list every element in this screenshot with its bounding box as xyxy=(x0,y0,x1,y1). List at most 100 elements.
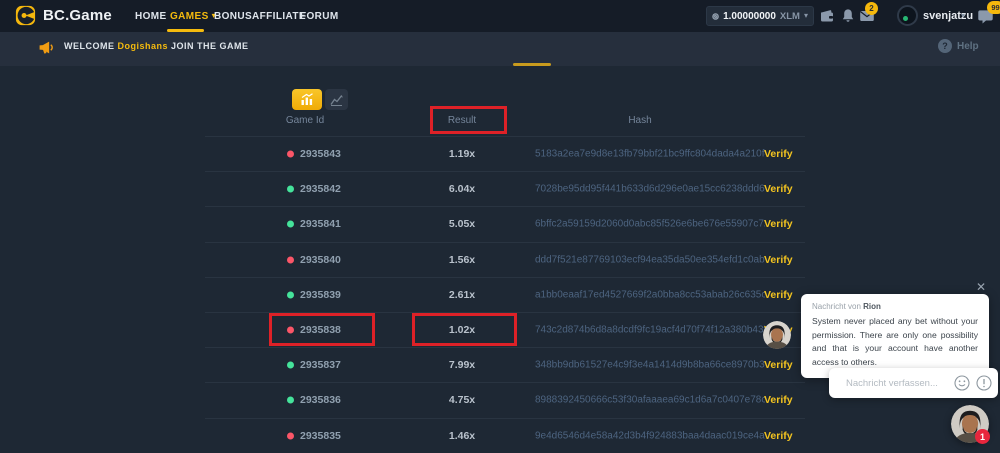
hash-value: 9e4d6546d4e58a42d3b4f924883baa4daac019ce… xyxy=(535,431,765,442)
welcome-banner: WELCOME Dogishans JOIN THE GAME ? Help xyxy=(0,32,1000,66)
nav-games[interactable]: GAMES ▾ xyxy=(170,0,216,32)
verify-link[interactable]: Verify xyxy=(764,148,793,160)
help-button[interactable]: ? Help xyxy=(938,39,979,53)
nav-games-label: GAMES xyxy=(170,11,209,22)
result-value: 1.02x xyxy=(397,324,527,336)
bar-chart-icon xyxy=(300,93,314,106)
welcome-message: WELCOME Dogishans JOIN THE GAME xyxy=(64,41,249,51)
game-id: 2935835 xyxy=(300,430,341,442)
nav-affiliate[interactable]: AFFILIATE xyxy=(252,0,306,32)
status-dot xyxy=(287,186,294,193)
person-avatar-image xyxy=(763,321,791,349)
table-row: 2935835 1.46x 9e4d6546d4e58a42d3b4f92488… xyxy=(205,419,805,453)
logo-text: BC.Game xyxy=(43,7,112,24)
status-dot xyxy=(287,221,294,228)
welcome-word: WELCOME xyxy=(64,41,115,51)
table-row: 2935836 4.75x 8988392450666c53f30afaaaea… xyxy=(205,383,805,418)
table-row: 2935840 1.56x ddd7f521e87769103ecf94ea35… xyxy=(205,243,805,278)
hash-value: 348bb9db61527e4c9f3e4a1414d9b8ba66ce8970… xyxy=(535,360,765,371)
bc-game-page: BC.Game HOME GAMES ▾ BONUS AFFILIATE FOR… xyxy=(0,0,1000,453)
user-avatar[interactable] xyxy=(897,5,918,26)
chat-sender-avatar xyxy=(763,321,791,349)
avatar-status-dot xyxy=(903,16,908,21)
status-dot xyxy=(287,433,294,440)
hash-value: 5183a2ea7e9d8e13fb79bbf21bc9ffc804dada4a… xyxy=(535,149,765,160)
table-row: 2935841 5.05x 6bffc2a59159d2060d0abc85f5… xyxy=(205,207,805,242)
result-value: 1.46x xyxy=(397,430,527,442)
chevron-down-icon: ▾ xyxy=(804,12,808,20)
question-mark-icon: ? xyxy=(938,39,952,53)
hash-value: 8988392450666c53f30afaaaea69c1d6a7c0407e… xyxy=(535,395,765,406)
chat-message-input[interactable] xyxy=(829,378,954,389)
table-row: 2935838 1.02x 743c2d874b6d8a8dcdf9fc19ac… xyxy=(205,313,805,348)
game-id: 2935841 xyxy=(300,218,341,230)
result-value: 4.75x xyxy=(397,394,527,406)
game-id: 2935842 xyxy=(300,183,341,195)
chat-badge: 99 xyxy=(987,1,1000,14)
result-value: 7.99x xyxy=(397,359,527,371)
chat-message-text: System never placed any bet without your… xyxy=(812,315,978,369)
hash-value: 6bffc2a59159d2060d0abc85f526e6be676e5590… xyxy=(535,219,765,230)
table-row: 2935843 1.19x 5183a2ea7e9d8e13fb79bbf21b… xyxy=(205,137,805,172)
balance-amount: 1.00000000 xyxy=(723,11,776,22)
chat-from-name: Rion xyxy=(863,302,881,311)
verify-link[interactable]: Verify xyxy=(764,359,793,371)
chat-composer xyxy=(829,368,998,398)
hash-value: ddd7f521e87769103ecf94ea35da50ee354efd1c… xyxy=(535,254,765,265)
status-dot xyxy=(287,362,294,369)
megaphone-icon xyxy=(38,39,55,56)
join-the-game-text: JOIN THE GAME xyxy=(171,41,249,51)
result-value: 5.05x xyxy=(397,218,527,230)
nav-forum[interactable]: FORUM xyxy=(300,0,339,32)
wallet-icon[interactable] xyxy=(819,8,835,24)
help-label: Help xyxy=(957,41,979,52)
bc-game-logo[interactable]: BC.Game xyxy=(14,4,112,27)
result-value: 6.04x xyxy=(397,183,527,195)
verify-link[interactable]: Verify xyxy=(764,394,793,406)
table-row: 2935839 2.61x a1bb0eaaf17ed4527669f2a0bb… xyxy=(205,278,805,313)
welcome-username: Dogishans xyxy=(118,41,169,51)
game-id: 2935836 xyxy=(300,394,341,406)
nav-bonus[interactable]: BONUS xyxy=(214,0,252,32)
trend-chart-icon xyxy=(330,94,343,106)
verify-link[interactable]: Verify xyxy=(764,254,793,266)
chat-from-line: Nachricht von Rion xyxy=(812,302,978,311)
game-id: 2935843 xyxy=(300,148,341,160)
top-bar: BC.Game HOME GAMES ▾ BONUS AFFILIATE FOR… xyxy=(0,0,1000,32)
game-history-table: 2935843 1.19x 5183a2ea7e9d8e13fb79bbf21b… xyxy=(205,136,805,453)
close-icon[interactable]: ✕ xyxy=(976,280,986,294)
column-header-result: Result xyxy=(397,115,527,126)
emoji-icon[interactable] xyxy=(954,375,970,391)
verify-link[interactable]: Verify xyxy=(764,430,793,442)
username[interactable]: svenjatzu xyxy=(923,10,973,22)
chevron-down-icon: ▾ xyxy=(961,12,965,20)
bell-icon[interactable] xyxy=(840,8,856,24)
trend-chart-view-toggle[interactable] xyxy=(325,89,348,110)
coin-icon xyxy=(712,10,719,23)
bc-game-logo-icon xyxy=(14,4,37,27)
verify-link[interactable]: Verify xyxy=(764,218,793,230)
exclamation-icon[interactable] xyxy=(976,375,992,391)
bar-chart-view-toggle[interactable] xyxy=(292,89,322,110)
verify-link[interactable]: Verify xyxy=(764,183,793,195)
hash-value: 7028be95dd95f441b633d6d296e0ae15cc6238dd… xyxy=(535,184,765,195)
nav-home[interactable]: HOME xyxy=(135,0,167,32)
status-dot xyxy=(287,256,294,263)
chat-message-card: Nachricht von Rion System never placed a… xyxy=(801,294,989,378)
balance-selector[interactable]: 1.00000000 XLM ▾ xyxy=(706,6,814,26)
status-dot xyxy=(287,151,294,158)
game-id: 2935840 xyxy=(300,254,341,266)
result-value: 1.56x xyxy=(397,254,527,266)
balance-currency: XLM xyxy=(780,11,800,22)
game-id: 2935837 xyxy=(300,359,341,371)
chat-unread-badge: 1 xyxy=(975,429,990,444)
verify-link[interactable]: Verify xyxy=(764,289,793,301)
table-row: 2935842 6.04x 7028be95dd95f441b633d6d296… xyxy=(205,172,805,207)
column-header-hash: Hash xyxy=(575,115,705,126)
mail-badge: 2 xyxy=(865,2,878,15)
view-toggle-group xyxy=(292,89,348,110)
tab-indicator xyxy=(513,63,551,66)
result-value: 2.61x xyxy=(397,289,527,301)
chat-from-label: Nachricht von xyxy=(812,302,861,311)
status-dot xyxy=(287,327,294,334)
